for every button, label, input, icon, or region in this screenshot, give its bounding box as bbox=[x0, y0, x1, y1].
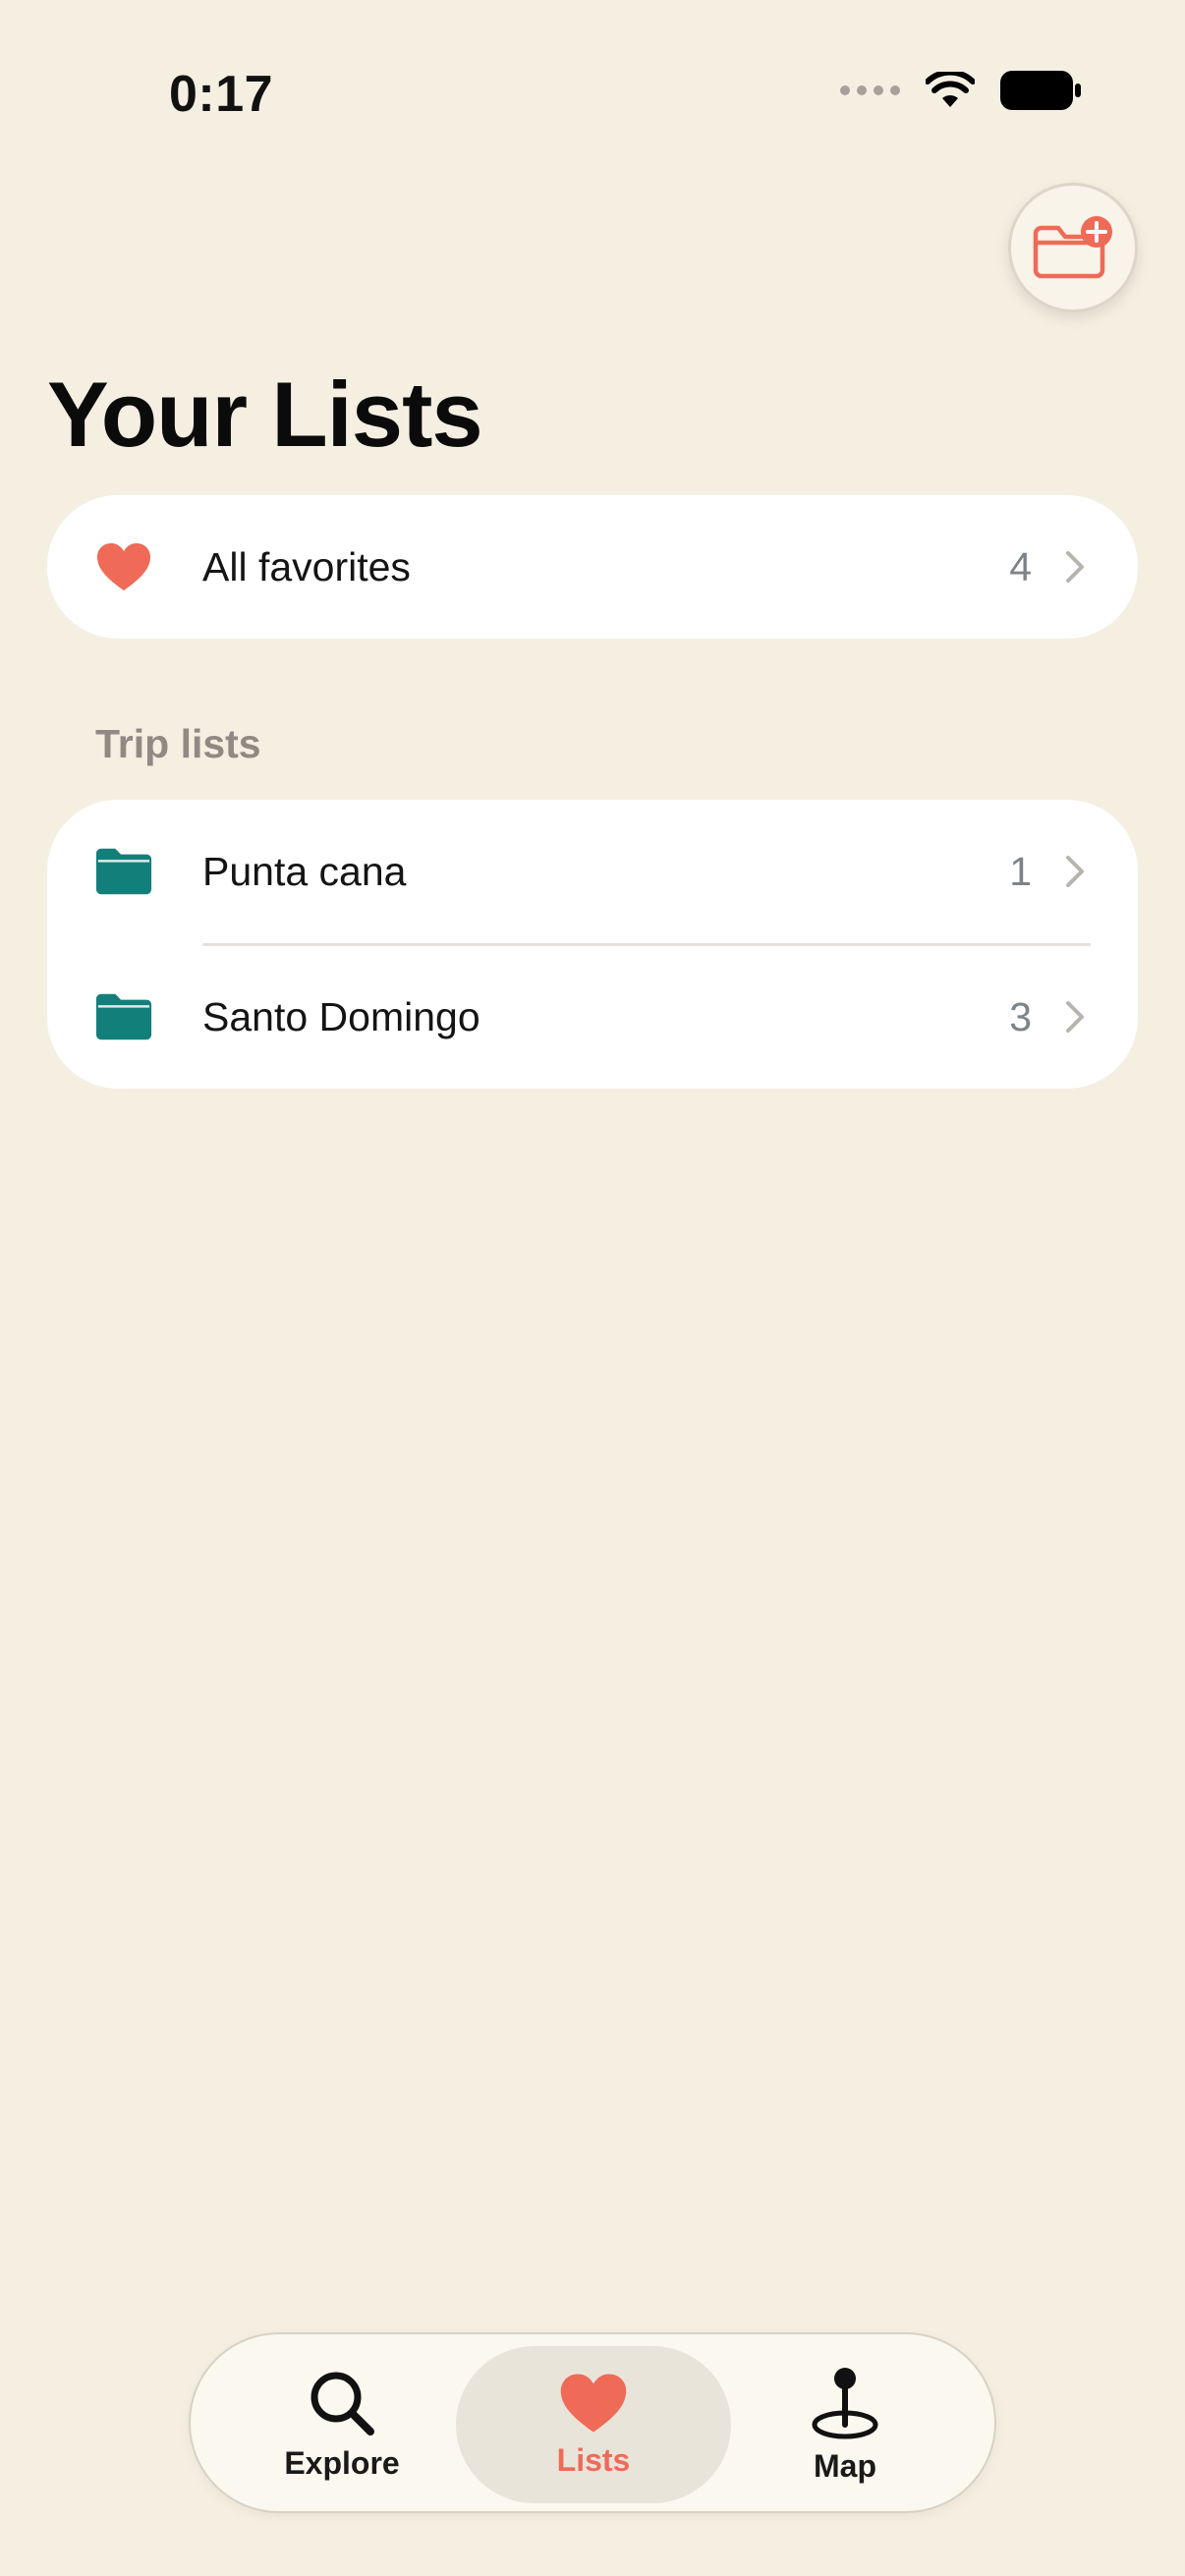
status-time: 0:17 bbox=[169, 66, 274, 123]
trip-list-count: 1 bbox=[1009, 848, 1032, 894]
trip-lists-section-label: Trip lists bbox=[95, 721, 261, 766]
folder-icon bbox=[94, 842, 153, 901]
all-favorites-count: 4 bbox=[1009, 543, 1032, 589]
folder-icon bbox=[94, 987, 153, 1046]
tab-lists[interactable]: Lists bbox=[456, 2346, 731, 2503]
chevron-right-icon bbox=[1066, 1001, 1084, 1033]
tab-map-label: Map bbox=[814, 2447, 876, 2484]
battery-icon bbox=[1000, 71, 1081, 110]
cellular-signal-icon bbox=[840, 85, 900, 95]
heart-icon bbox=[94, 537, 153, 596]
tab-explore-label: Explore bbox=[284, 2444, 400, 2481]
wifi-icon bbox=[926, 72, 975, 107]
trip-list-row[interactable]: Punta cana 1 bbox=[47, 800, 1138, 943]
tab-bar: Explore Lists Map bbox=[189, 2332, 996, 2513]
trip-list-row[interactable]: Santo Domingo 3 bbox=[47, 945, 1138, 1089]
trip-list-label: Santo Domingo bbox=[202, 993, 480, 1039]
lists-screen: 0:17 Your Lists All favorites 4 Trip lis… bbox=[0, 0, 1185, 2576]
all-favorites-label: All favorites bbox=[202, 543, 411, 589]
folder-plus-icon bbox=[1033, 216, 1112, 279]
tab-map[interactable]: Map bbox=[707, 2346, 983, 2503]
chevron-right-icon bbox=[1066, 856, 1084, 887]
status-icons bbox=[840, 71, 1081, 110]
chevron-right-icon bbox=[1066, 551, 1084, 583]
all-favorites-row[interactable]: All favorites 4 bbox=[47, 495, 1138, 639]
trip-list-label: Punta cana bbox=[202, 848, 407, 894]
heart-icon bbox=[560, 2373, 627, 2433]
trip-lists-card: Punta cana 1 Santo Domingo 3 bbox=[47, 800, 1138, 1089]
trip-list-count: 3 bbox=[1009, 993, 1032, 1039]
page-title: Your Lists bbox=[47, 363, 483, 466]
tab-explore[interactable]: Explore bbox=[204, 2346, 480, 2503]
favorites-card: All favorites 4 bbox=[47, 495, 1138, 639]
search-icon bbox=[310, 2372, 374, 2436]
new-list-button[interactable] bbox=[1008, 183, 1138, 312]
map-pin-icon bbox=[812, 2367, 878, 2438]
tab-lists-label: Lists bbox=[556, 2441, 631, 2478]
